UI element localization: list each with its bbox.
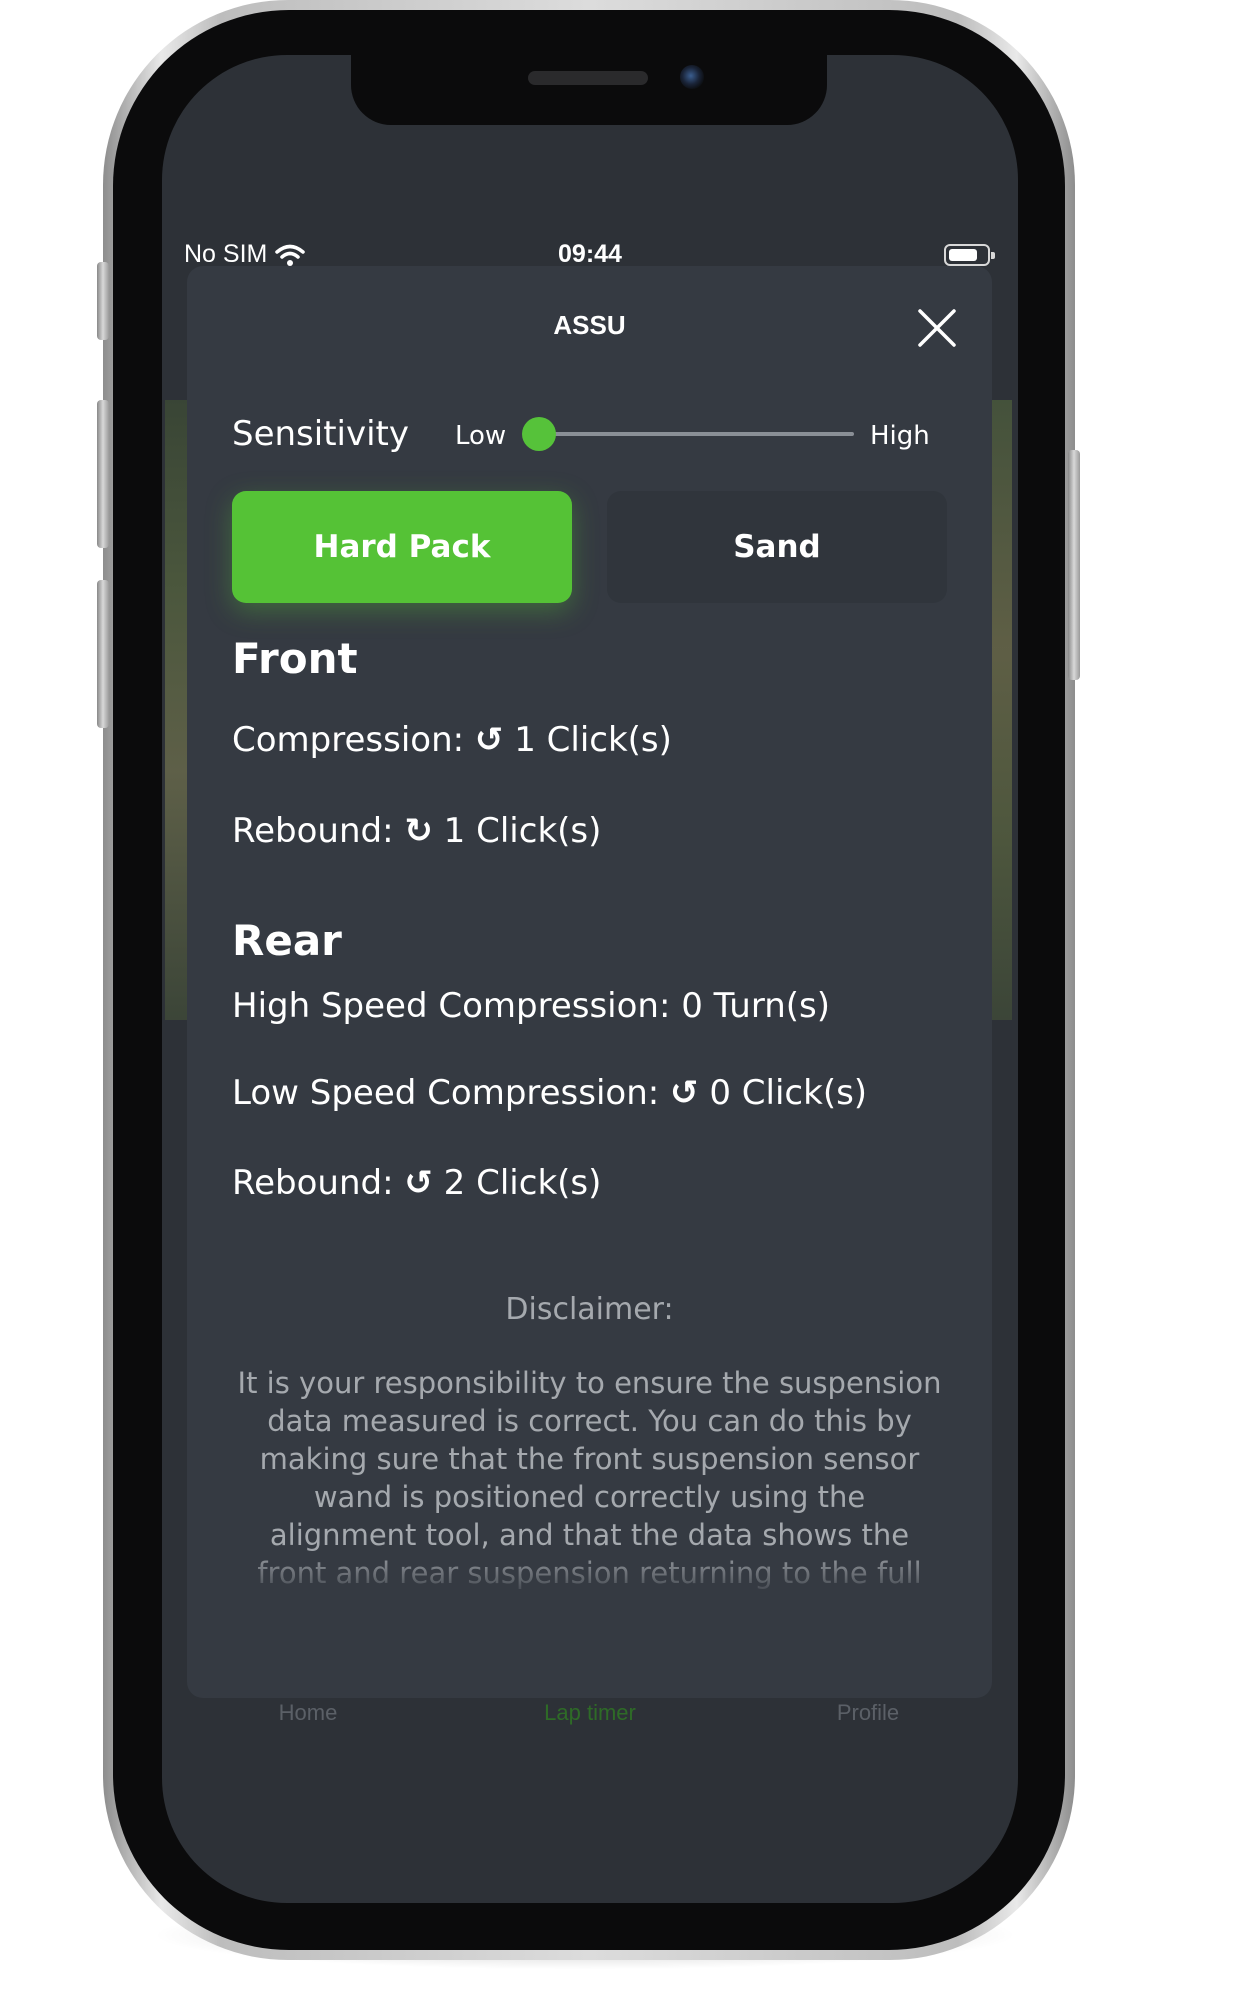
rear-hsc-label: High Speed Compression: bbox=[232, 986, 671, 1026]
rear-high-speed-compression: High Speed Compression: 0 Turn(s) bbox=[232, 986, 830, 1026]
tab-lap-timer[interactable]: Lap timer bbox=[490, 1700, 690, 1726]
tab-profile[interactable]: Profile bbox=[768, 1700, 968, 1726]
sensitivity-slider-track[interactable] bbox=[539, 432, 854, 436]
counterclockwise-icon: ↺ bbox=[474, 720, 504, 760]
battery-icon bbox=[944, 244, 995, 266]
front-compression-label: Compression: bbox=[232, 720, 465, 760]
battery-level bbox=[949, 249, 977, 261]
speaker bbox=[528, 71, 648, 85]
close-icon bbox=[918, 309, 956, 347]
rear-rebound: Rebound: ↺ 2 Click(s) bbox=[232, 1163, 601, 1203]
rear-lsc-value: 0 Click(s) bbox=[709, 1073, 868, 1113]
front-compression: Compression: ↺ 1 Click(s) bbox=[232, 720, 672, 760]
rear-lsc-label: Low Speed Compression: bbox=[232, 1073, 660, 1113]
close-button[interactable] bbox=[907, 298, 967, 358]
modal-title: ASSU bbox=[553, 310, 626, 340]
front-rebound-label: Rebound: bbox=[232, 811, 394, 851]
rear-rebound-label: Rebound: bbox=[232, 1163, 394, 1203]
mute-switch bbox=[97, 262, 109, 340]
volume-down-button bbox=[97, 580, 109, 728]
front-heading: Front bbox=[232, 634, 358, 683]
front-rebound: Rebound: ↻ 1 Click(s) bbox=[232, 811, 601, 851]
counterclockwise-icon: ↺ bbox=[404, 1163, 433, 1203]
power-button bbox=[1068, 450, 1080, 680]
status-time: 09:44 bbox=[558, 240, 622, 268]
sensitivity-label: Sensitivity bbox=[232, 414, 410, 454]
volume-up-button bbox=[97, 400, 109, 548]
front-compression-value: 1 Click(s) bbox=[514, 720, 672, 760]
counterclockwise-icon: ↺ bbox=[670, 1073, 699, 1113]
rear-hsc-value: 0 Turn(s) bbox=[681, 986, 831, 1026]
notch bbox=[351, 55, 827, 125]
rear-low-speed-compression: Low Speed Compression: ↺ 0 Click(s) bbox=[232, 1073, 867, 1113]
rear-rebound-value: 2 Click(s) bbox=[443, 1163, 602, 1203]
front-rebound-value: 1 Click(s) bbox=[443, 811, 602, 851]
map-background-right bbox=[990, 400, 1012, 1020]
sensitivity-high-label: High bbox=[870, 421, 930, 451]
hard-pack-button[interactable]: Hard Pack bbox=[232, 491, 572, 603]
disclaimer-body: It is your responsibility to ensure the … bbox=[237, 1366, 942, 1599]
sand-button[interactable]: Sand bbox=[607, 491, 947, 603]
clockwise-icon: ↻ bbox=[404, 811, 433, 851]
sensitivity-low-label: Low bbox=[455, 421, 507, 451]
front-camera bbox=[680, 65, 704, 89]
disclaimer-title: Disclaimer: bbox=[505, 1292, 674, 1327]
tab-home[interactable]: Home bbox=[208, 1700, 408, 1726]
rear-heading: Rear bbox=[232, 916, 342, 965]
sensitivity-slider-thumb[interactable] bbox=[522, 417, 556, 451]
assu-modal: ASSU Sensitivity Low High Hard Pack Sand… bbox=[187, 266, 992, 1698]
map-background-left bbox=[165, 400, 187, 1020]
